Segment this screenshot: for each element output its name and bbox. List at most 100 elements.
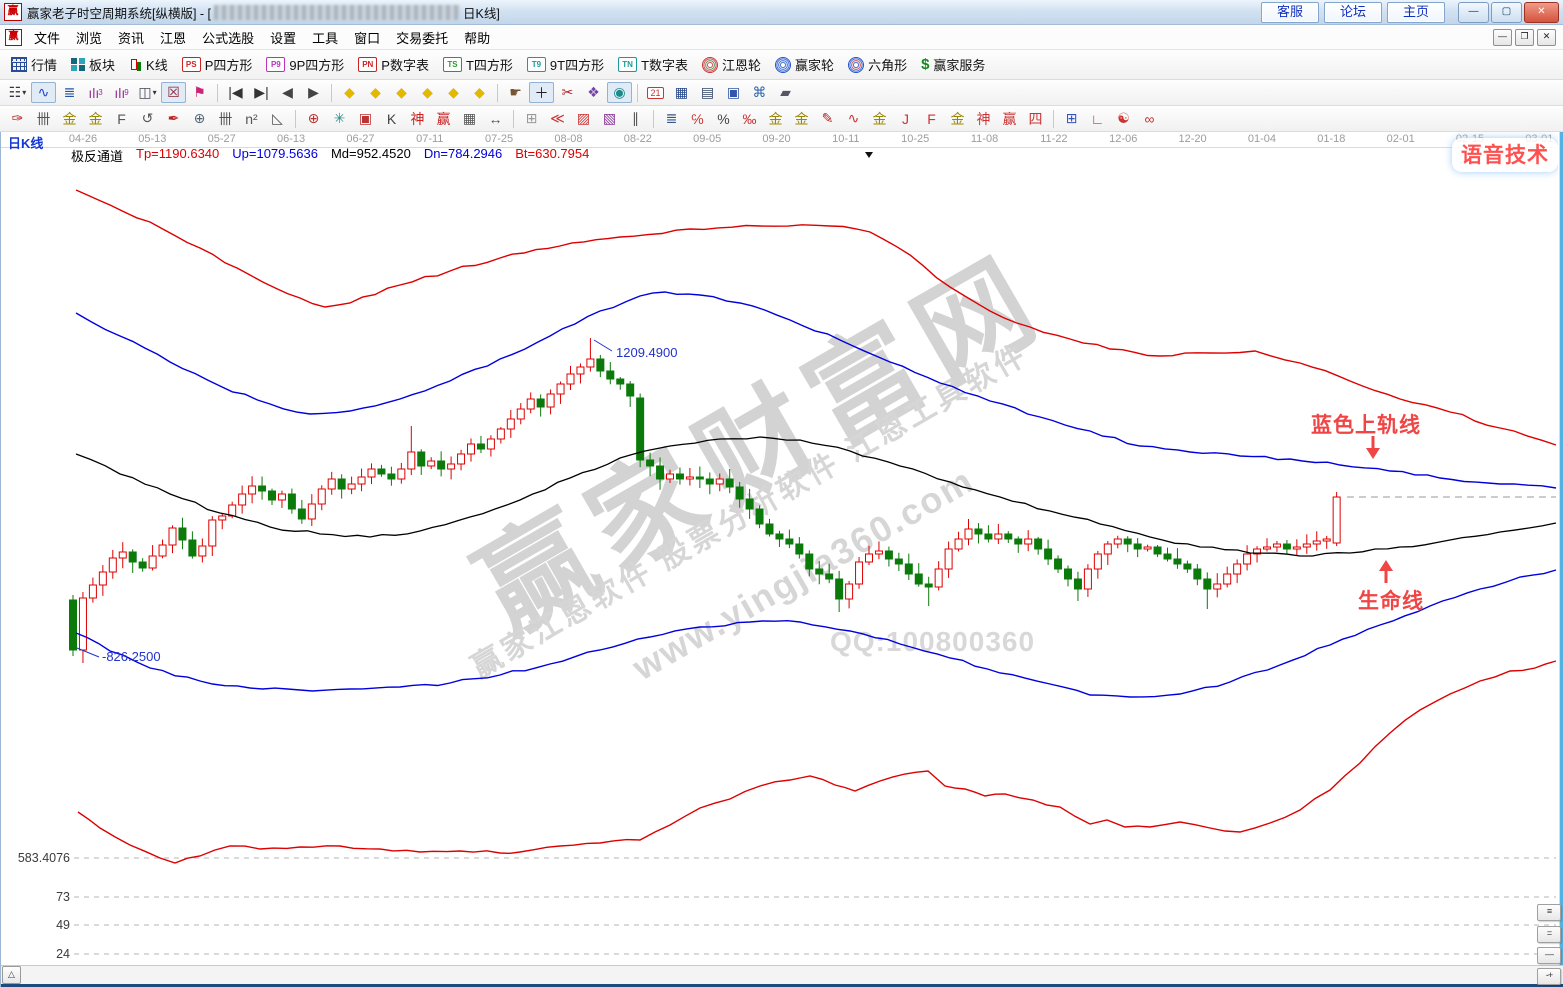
diamond-right-button[interactable]: ◆ xyxy=(363,82,388,103)
candle-type-dropdown-button[interactable]: ◫▾ xyxy=(135,82,160,103)
f-tool-button[interactable]: F xyxy=(109,108,134,129)
gold-gann-1-button[interactable]: 金 xyxy=(57,108,82,129)
toolbar-winner-wheel-button[interactable]: 赢家轮 xyxy=(769,53,840,76)
price-bars-button[interactable]: ≣ xyxy=(659,108,684,129)
percent-button[interactable]: % xyxy=(711,108,736,129)
toolbar-kline-button[interactable]: K线 xyxy=(123,53,174,76)
n-squared-button[interactable]: n² xyxy=(239,108,264,129)
scroll-left-button[interactable]: △ xyxy=(2,966,21,984)
grid-yellow-button[interactable]: ⊞ xyxy=(1059,108,1084,129)
percent-line-button[interactable]: ℅ xyxy=(685,108,710,129)
toolbar-winner-service-button[interactable]: $赢家服务 xyxy=(915,53,991,76)
diamond-swap-button[interactable]: ◆ xyxy=(415,82,440,103)
zigzag-tool-button[interactable]: ∿ xyxy=(31,82,56,103)
data-delivery-button[interactable]: ▰ xyxy=(773,82,798,103)
next-page-button[interactable]: ▶ xyxy=(301,82,326,103)
ying-tool-button[interactable]: 赢 xyxy=(431,108,456,129)
menu-窗口[interactable]: 窗口 xyxy=(346,26,388,49)
toolbar-p-square-button[interactable]: PSP四方形 xyxy=(176,53,259,76)
prev-page-button[interactable]: ◀ xyxy=(275,82,300,103)
first-page-button[interactable]: |◀ xyxy=(223,82,248,103)
network-pc-button[interactable]: ⌘ xyxy=(747,82,772,103)
titlebar-link-home[interactable]: 主页 xyxy=(1387,2,1445,23)
menu-交易委托[interactable]: 交易委托 xyxy=(388,26,456,49)
diamond-plus-button[interactable]: ◆ xyxy=(467,82,492,103)
toolbar-p-number-table-button[interactable]: PNP数字表 xyxy=(352,53,435,76)
menu-帮助[interactable]: 帮助 xyxy=(456,26,498,49)
toolbar-9p-square-button[interactable]: P99P四方形 xyxy=(260,53,350,76)
tick-comb-button[interactable]: 卌 xyxy=(31,108,56,129)
last-page-button[interactable]: ▶| xyxy=(249,82,274,103)
shen-angle-button[interactable]: 神 xyxy=(971,108,996,129)
horizontal-scrollbar[interactable]: △ xyxy=(0,965,1563,984)
mdi-restore-button[interactable]: ❐ xyxy=(1515,29,1534,46)
gold-line-button[interactable]: 金 xyxy=(789,108,814,129)
toolbar-t-square-button[interactable]: TST四方形 xyxy=(437,53,519,76)
shen-tool-button[interactable]: 神 xyxy=(405,108,430,129)
toolbar-hexagon-button[interactable]: 六角形 xyxy=(842,53,913,76)
parallel-lines-button[interactable]: ∥ xyxy=(623,108,648,129)
menu-公式选股[interactable]: 公式选股 xyxy=(194,26,262,49)
mdi-close-button[interactable]: ✕ xyxy=(1537,29,1556,46)
gold-angle-button[interactable]: 金 xyxy=(945,108,970,129)
trend-chart-button[interactable]: ∟ xyxy=(1085,108,1110,129)
scale-compress-2-button[interactable]: = xyxy=(1537,926,1561,943)
trend-flag-button[interactable]: ⚑ xyxy=(187,82,212,103)
ray-fan-button[interactable]: ≪ xyxy=(545,108,570,129)
diamond-v-button[interactable]: ◆ xyxy=(441,82,466,103)
info-list-button[interactable]: ≣ xyxy=(57,82,82,103)
menu-文件[interactable]: 文件 xyxy=(26,26,68,49)
titlebar-link-forum[interactable]: 论坛 xyxy=(1324,2,1382,23)
measure-tool-button[interactable]: ✂ xyxy=(555,82,580,103)
bar-chart-9-button[interactable]: ılı9 xyxy=(109,82,134,103)
toolbar-sectors-button[interactable]: 板块 xyxy=(65,53,121,76)
pattern-tool-button[interactable]: ☒ xyxy=(161,82,186,103)
calculator-button[interactable]: ▦ xyxy=(669,82,694,103)
wave-brain-tool-button[interactable]: ◉ xyxy=(607,82,632,103)
menu-资讯[interactable]: 资讯 xyxy=(110,26,152,49)
menu-浏览[interactable]: 浏览 xyxy=(68,26,110,49)
minimize-button[interactable]: — xyxy=(1458,2,1489,23)
brush-tool-button[interactable]: ✎ xyxy=(815,108,840,129)
spiral-tool-button[interactable]: ↺ xyxy=(135,108,160,129)
menu-设置[interactable]: 设置 xyxy=(262,26,304,49)
mdi-minimize-button[interactable]: — xyxy=(1493,29,1512,46)
frame-tool-button[interactable]: ⊞ xyxy=(519,108,544,129)
gann-shape-tool-button[interactable]: ❖ xyxy=(581,82,606,103)
calendar-21-button[interactable]: 21 xyxy=(643,82,668,103)
bar-chart-3-button[interactable]: ılı3 xyxy=(83,82,108,103)
scale-compress-1-button[interactable]: — xyxy=(1537,947,1561,964)
star-burst-button[interactable]: ✳ xyxy=(327,108,352,129)
j-angle-button[interactable]: J xyxy=(893,108,918,129)
gold-underline-button[interactable]: 金 xyxy=(867,108,892,129)
square-target-button[interactable]: ▣ xyxy=(353,108,378,129)
toolbar-gann-wheel-button[interactable]: 江恩轮 xyxy=(696,53,767,76)
si-angle-button[interactable]: 四 xyxy=(1023,108,1048,129)
width-arrows-button[interactable]: ↔ xyxy=(483,108,508,129)
toolbar-quotes-button[interactable]: 行情 xyxy=(5,53,63,76)
menu-江恩[interactable]: 江恩 xyxy=(152,26,194,49)
scale-compress-3-button[interactable]: ≡ xyxy=(1537,904,1561,921)
gold-gann-2-button[interactable]: 金 xyxy=(83,108,108,129)
box-fan-2-button[interactable]: ▧ xyxy=(597,108,622,129)
toolbar-t-number-table-button[interactable]: TNT数字表 xyxy=(612,53,694,76)
wave-box-button[interactable]: ∿ xyxy=(841,108,866,129)
box-fan-button[interactable]: ▨ xyxy=(571,108,596,129)
set-square-button[interactable]: ◺ xyxy=(265,108,290,129)
circle-cross-button[interactable]: ⊕ xyxy=(187,108,212,129)
save-disk-button[interactable]: ▣ xyxy=(721,82,746,103)
diamond-h-button[interactable]: ◆ xyxy=(389,82,414,103)
permille-button[interactable]: ‰ xyxy=(737,108,762,129)
kline-chart-canvas[interactable]: 04-2605-1305-2706-1306-2707-1107-2508-08… xyxy=(0,128,1563,966)
hand-tool-button[interactable]: ☛ xyxy=(503,82,528,103)
toolbar-9t-square-button[interactable]: T99T四方形 xyxy=(521,53,610,76)
red-pen-2-button[interactable]: ✒ xyxy=(161,108,186,129)
ying-angle-button[interactable]: 赢 xyxy=(997,108,1022,129)
k-notation-button[interactable]: K xyxy=(379,108,404,129)
menu-工具[interactable]: 工具 xyxy=(304,26,346,49)
titlebar-link-service[interactable]: 客服 xyxy=(1261,2,1319,23)
red-pen-button[interactable]: ✑ xyxy=(5,108,30,129)
dense-grid-button[interactable]: ▦ xyxy=(457,108,482,129)
report-notes-button[interactable]: ▤ xyxy=(695,82,720,103)
crosshair-tool-button[interactable]: ＋ xyxy=(529,82,554,103)
